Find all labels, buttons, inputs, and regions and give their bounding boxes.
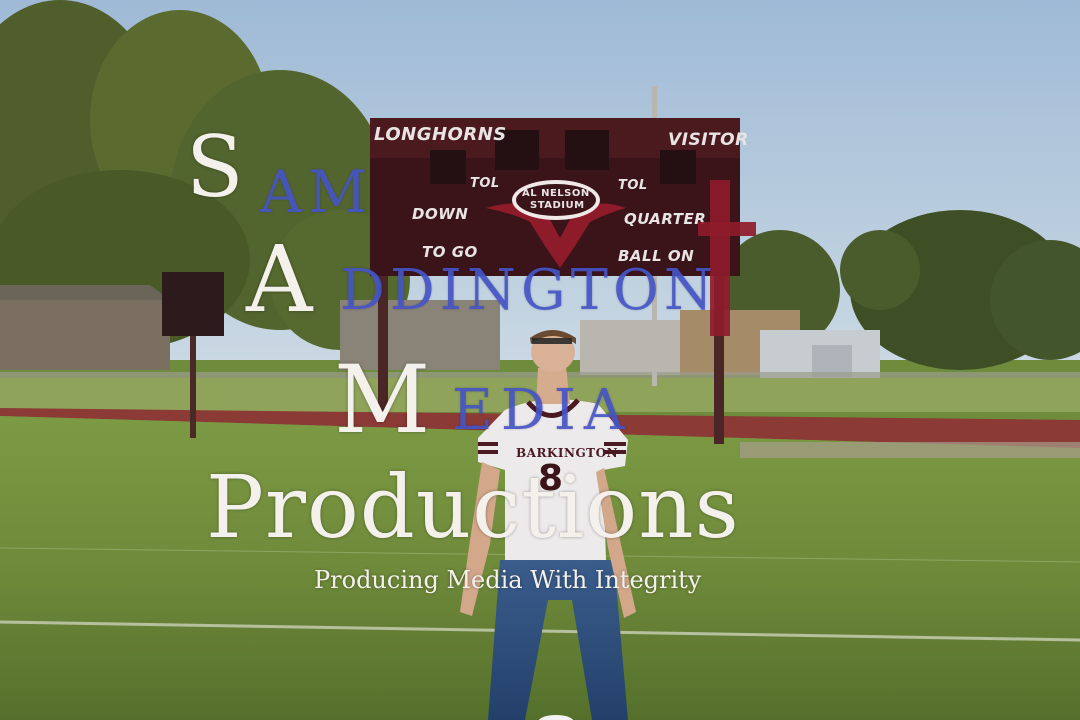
watermark-tagline: Producing Media With Integrity [314, 566, 702, 594]
watermark-addington-initial: A [246, 226, 313, 333]
watermark-addington-rest: DDINGTON [340, 258, 718, 323]
watermark-productions: Productions [206, 458, 740, 558]
watermark-media-initial: M [334, 346, 431, 455]
watermark-media-rest: EDIA [452, 378, 633, 443]
watermark-sam-initial: S [186, 118, 244, 216]
watermark-cross [698, 180, 756, 336]
watermark-sam-rest: AM [260, 158, 374, 226]
photo-scene: LONGHORNS VISITOR TOL TOL DOWN QUARTER T… [0, 0, 1080, 720]
